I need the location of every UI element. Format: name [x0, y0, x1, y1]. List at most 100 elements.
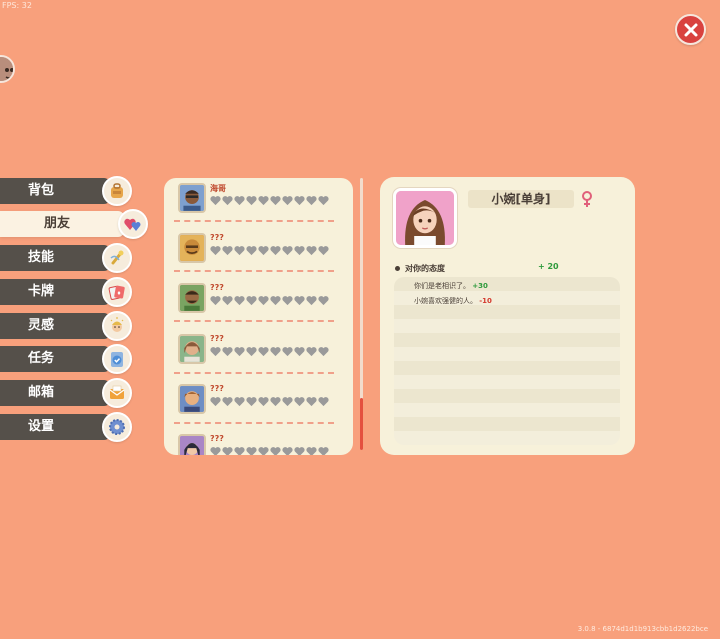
menu-label: 设置	[0, 414, 110, 440]
affection-hearts	[210, 295, 329, 306]
reason-item: 小婉喜欢强健的人。 -10	[414, 296, 492, 306]
settings-icon	[102, 412, 132, 442]
menu-label: 灵感	[0, 313, 110, 339]
row-divider	[174, 320, 334, 322]
friend-row[interactable]: ???	[178, 283, 348, 319]
heart-icon	[258, 246, 269, 256]
hearts-icon	[118, 209, 148, 239]
affection-hearts	[210, 396, 329, 407]
friend-name: ???	[210, 434, 224, 443]
menu-label: 卡牌	[0, 279, 110, 305]
friend-row[interactable]: ???	[178, 334, 348, 370]
heart-icon	[318, 447, 329, 455]
heart-icon	[318, 196, 329, 206]
skill-icon	[102, 243, 132, 273]
heart-icon	[246, 246, 257, 256]
fps-counter: FPS: 32	[2, 1, 32, 10]
heart-icon	[294, 196, 305, 206]
heart-icon	[318, 397, 329, 407]
heart-icon	[246, 196, 257, 206]
heart-icon	[270, 397, 281, 407]
version-label: 3.0.8 - 6874d1d1b913cbb1d2622bce	[577, 625, 708, 633]
heart-icon	[210, 246, 221, 256]
heart-icon	[222, 296, 233, 306]
bullet-icon	[395, 266, 400, 271]
affection-hearts	[210, 446, 329, 455]
friend-portrait	[178, 283, 206, 313]
friend-row[interactable]: ???	[178, 434, 348, 455]
heart-icon	[222, 447, 233, 455]
friend-list-panel[interactable]: 海哥 ??? ??? ??? ??? ???	[164, 178, 353, 455]
close-button[interactable]	[675, 14, 706, 45]
row-divider	[174, 372, 334, 374]
heart-icon	[318, 296, 329, 306]
character-portrait	[393, 188, 457, 248]
character-name: 小婉[单身]	[468, 190, 574, 208]
menu-label: 任务	[0, 346, 110, 372]
row-divider	[174, 422, 334, 424]
heart-icon	[234, 246, 245, 256]
mail-icon	[102, 378, 132, 408]
female-symbol-icon	[582, 191, 592, 207]
friend-name: 海哥	[210, 184, 226, 193]
reason-delta: -10	[479, 297, 492, 305]
heart-icon	[270, 447, 281, 455]
heart-icon	[210, 447, 221, 455]
heart-icon	[306, 347, 317, 357]
heart-icon	[258, 447, 269, 455]
heart-icon	[210, 296, 221, 306]
heart-icon	[234, 397, 245, 407]
heart-icon	[318, 246, 329, 256]
heart-icon	[246, 397, 257, 407]
heart-icon	[318, 347, 329, 357]
backpack-icon	[102, 176, 132, 206]
friend-name: ???	[210, 283, 224, 292]
friend-portrait	[178, 384, 206, 414]
heart-icon	[306, 447, 317, 455]
heart-icon	[306, 296, 317, 306]
heart-icon	[294, 447, 305, 455]
row-divider	[174, 220, 334, 222]
heart-icon	[258, 347, 269, 357]
close-icon	[684, 23, 697, 36]
heart-icon	[258, 196, 269, 206]
heart-icon	[294, 397, 305, 407]
heart-icon	[306, 397, 317, 407]
cards-icon	[102, 277, 132, 307]
heart-icon	[270, 296, 281, 306]
heart-icon	[282, 246, 293, 256]
menu-label: 背包	[0, 178, 110, 204]
heart-icon	[294, 246, 305, 256]
heart-icon	[234, 196, 245, 206]
friend-name: ???	[210, 334, 224, 343]
heart-icon	[306, 246, 317, 256]
reason-text: 你们是老相识了。	[414, 282, 470, 290]
friend-name: ???	[210, 384, 224, 393]
player-avatar[interactable]	[0, 55, 15, 83]
reason-item: 你们是老相识了。 +30	[414, 281, 488, 291]
task-icon	[102, 344, 132, 374]
heart-icon	[258, 296, 269, 306]
attitude-value: + 20	[538, 262, 559, 271]
heart-icon	[282, 196, 293, 206]
heart-icon	[246, 347, 257, 357]
heart-icon	[270, 347, 281, 357]
friend-portrait	[178, 434, 206, 455]
friend-portrait	[178, 183, 206, 213]
heart-icon	[234, 296, 245, 306]
friend-row[interactable]: 海哥	[178, 183, 348, 219]
menu-label: 朋友	[0, 211, 124, 237]
heart-icon	[246, 447, 257, 455]
face-icon	[0, 57, 13, 81]
heart-icon	[222, 196, 233, 206]
heart-icon	[282, 447, 293, 455]
heart-icon	[282, 296, 293, 306]
inspiration-icon	[102, 311, 132, 341]
friend-row[interactable]: ???	[178, 384, 348, 420]
heart-icon	[210, 347, 221, 357]
scrollbar-thumb[interactable]	[360, 398, 363, 450]
friend-detail-panel: 小婉[单身] 对你的态度 + 20 你们是老相识了。 +30 小婉喜欢强健的人。…	[380, 177, 635, 455]
friend-row[interactable]: ???	[178, 233, 348, 269]
heart-icon	[234, 447, 245, 455]
attitude-label: 对你的态度	[405, 264, 445, 273]
